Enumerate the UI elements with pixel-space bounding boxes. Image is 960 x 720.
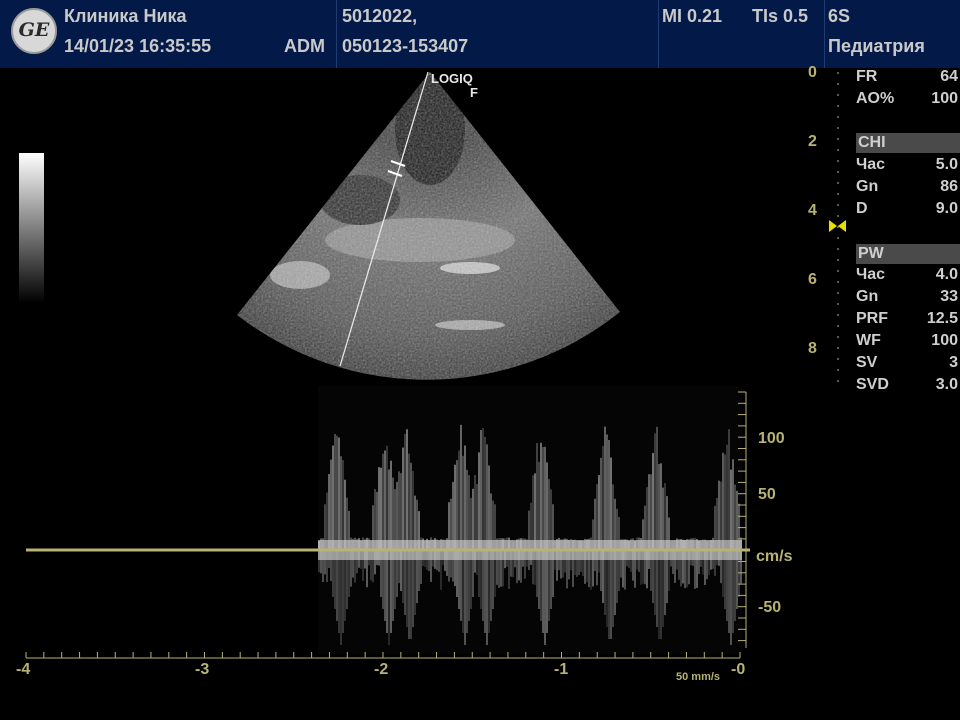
velocity-label: 100 — [758, 430, 785, 447]
focus-label: F — [470, 85, 478, 100]
param-chi-depth: D 9.0 — [856, 200, 958, 217]
param-pw-sv: SV 3 — [856, 354, 958, 371]
depth-mark: 2 — [808, 133, 817, 150]
param-fr: FR 64 — [856, 68, 958, 85]
param-pw-prf: PRF 12.5 — [856, 310, 958, 327]
param-pw-gain: Gn 33 — [856, 288, 958, 305]
time-label: -0 — [731, 661, 746, 678]
param-pw-freq: Час 4.0 — [856, 266, 958, 283]
depth-mark: 6 — [808, 271, 817, 288]
system-label: LOGIQ — [431, 71, 473, 86]
grayscale-bar — [19, 153, 44, 303]
velocity-unit: cm/s — [756, 548, 793, 565]
depth-mark: 4 — [808, 202, 817, 219]
param-chi-gain: Gn 86 — [856, 178, 958, 195]
velocity-label: 50 — [758, 486, 776, 503]
ultrasound-graphics — [19, 71, 846, 659]
focus-marker-icon — [829, 220, 837, 232]
depth-mark: 8 — [808, 340, 817, 357]
time-label: -2 — [374, 661, 389, 678]
param-ao: AO% 100 — [856, 90, 958, 107]
depth-mark: 0 — [808, 64, 817, 81]
param-chi-freq: Час 5.0 — [856, 156, 958, 173]
bmode-sector — [237, 72, 620, 380]
sweep-speed: 50 mm/s — [676, 671, 721, 683]
time-label: -3 — [195, 661, 210, 678]
time-label: -1 — [554, 661, 569, 678]
velocity-label: -50 — [758, 599, 782, 616]
param-pw-svd: SVD 3.0 — [856, 376, 958, 393]
time-label: -4 — [16, 661, 31, 678]
section-pw: PW — [856, 244, 960, 264]
section-chi: CHI — [856, 133, 960, 153]
param-pw-wf: WF 100 — [856, 332, 958, 349]
